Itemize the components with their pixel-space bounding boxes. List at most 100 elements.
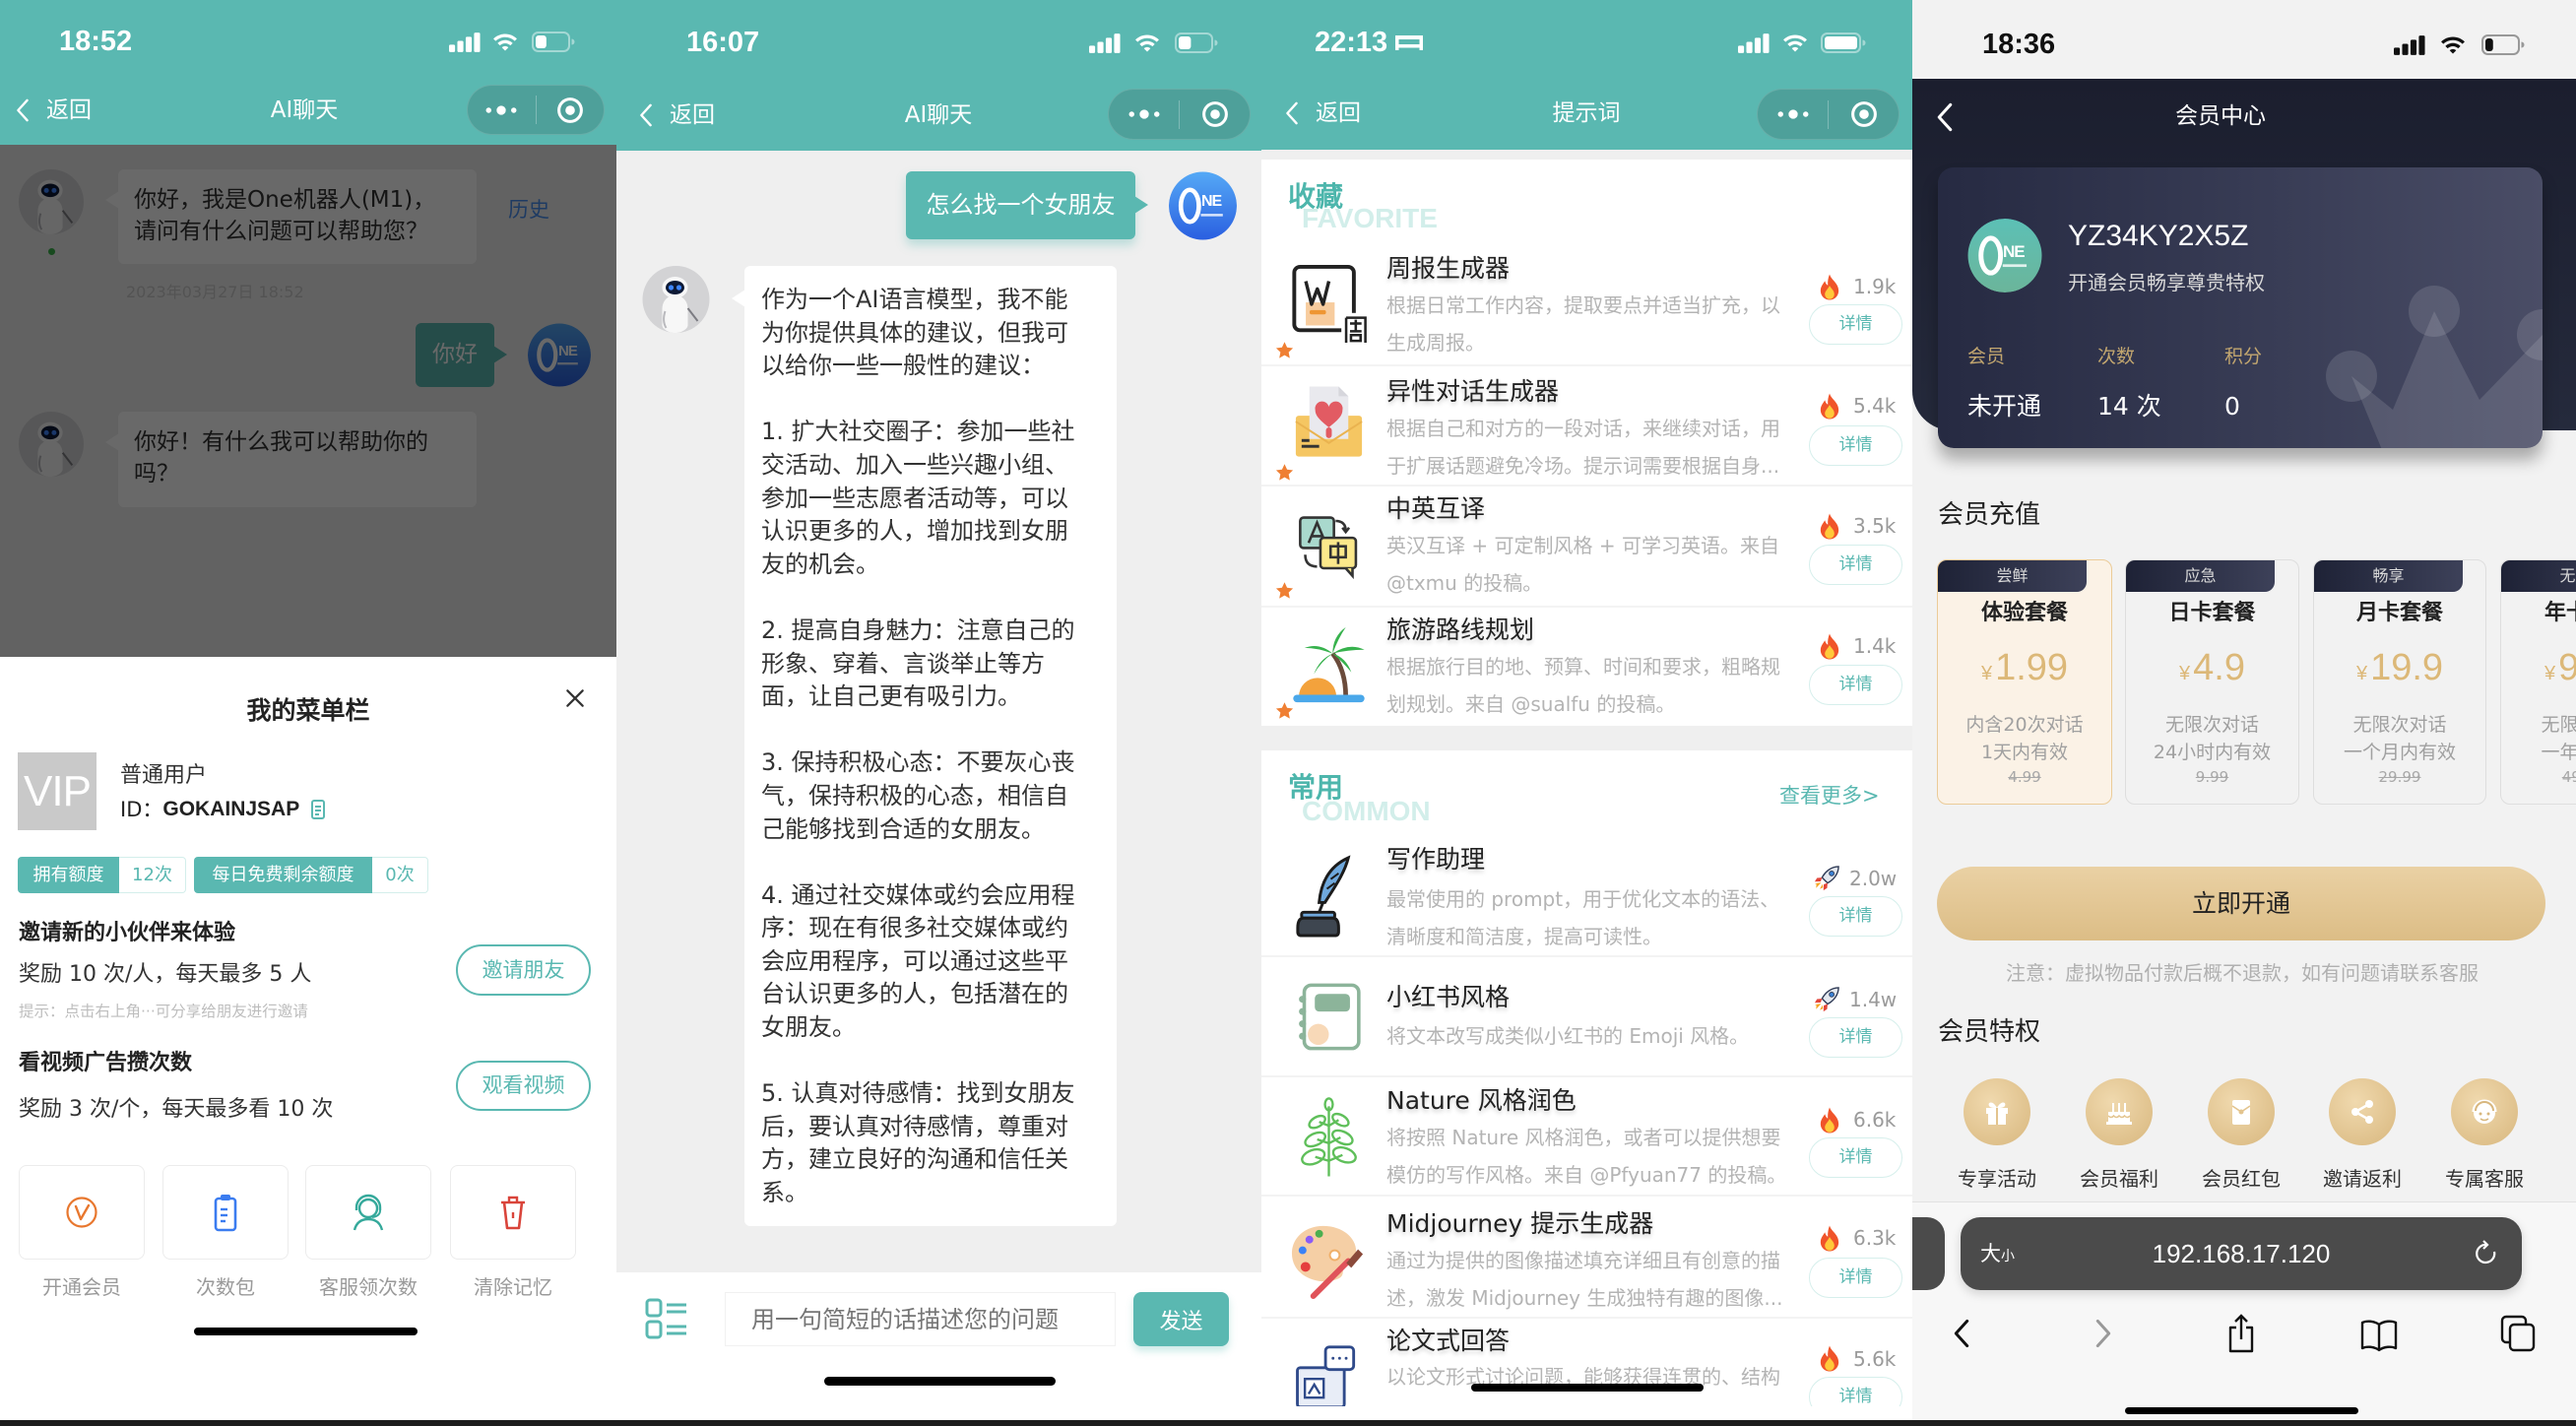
- sheet-title: 我的菜单栏: [246, 696, 370, 725]
- miniprogram-capsule: [467, 85, 605, 135]
- detail-button[interactable]: 详情: [1809, 896, 1902, 937]
- prompt-item[interactable]: 写作助理 最常使用的 prompt，用于优化文本的语法、清晰度和简洁度，提高可读…: [1261, 840, 1912, 954]
- message-text: 怎么找一个女朋友: [926, 191, 1116, 219]
- action-service-credits[interactable]: [305, 1165, 431, 1260]
- message-line: 女朋友。: [761, 1013, 856, 1042]
- prompt-item[interactable]: 旅游路线规划 根据旅行目的地、预算、时间和要求，粗略规划规划。来自 @sualf…: [1261, 611, 1912, 725]
- prompt-title: Nature 风格润色: [1386, 1086, 1577, 1115]
- watch-video-button[interactable]: 观看视频: [456, 1061, 591, 1111]
- plan-name: 月卡套餐: [2355, 601, 2443, 625]
- home-indicator[interactable]: [194, 1328, 418, 1335]
- browser-back-icon[interactable]: [1954, 1319, 1969, 1348]
- usage-count: 5.6k: [1853, 1347, 1897, 1371]
- sleep-focus-icon: [1395, 35, 1423, 50]
- detail-button[interactable]: 详情: [1809, 1017, 1902, 1058]
- prompt-description: 根据日常工作内容，提取要点并适当扩充，以生成周报。: [1386, 293, 1780, 355]
- exit-miniprogram-button[interactable]: [537, 86, 605, 134]
- url-text[interactable]: 192.168.17.120: [1961, 1239, 2522, 1268]
- privileges-title: 会员特权: [1938, 1017, 2041, 1047]
- prompt-item[interactable]: 论文式回答 以论文形式讨论问题，能够获得连贯的、结构 5.6k 详情: [1261, 1322, 1912, 1420]
- exit-miniprogram-button[interactable]: [1829, 90, 1899, 139]
- detail-button[interactable]: 详情: [1809, 304, 1902, 345]
- action-clear-memory[interactable]: [450, 1165, 576, 1260]
- header-bar: 22:13 返回 提示词: [1261, 0, 1912, 150]
- prompt-item[interactable]: 周报生成器 根据日常工作内容，提取要点并适当扩充，以生成周报。 1.9k 详情: [1261, 249, 1912, 363]
- home-indicator[interactable]: [1471, 1384, 1704, 1392]
- action-open-vip[interactable]: [19, 1165, 145, 1260]
- message-input[interactable]: [725, 1292, 1116, 1346]
- plan-card[interactable]: 尝鲜 体验套餐 ¥1.99 内含20次对话 1天内有效 4.99: [1937, 559, 2112, 805]
- prompt-title: 论文式回答: [1386, 1327, 1511, 1355]
- bubble-tail: [1134, 196, 1148, 214]
- plan-card[interactable]: 无限 年卡套餐 ¥99.9 无限次对话 一年内有效 499.99: [2500, 559, 2576, 805]
- crown-watermark-icon: [2326, 286, 2543, 448]
- privilege-exclusive-events[interactable]: [1964, 1078, 2030, 1145]
- prompt-title: 中英互译: [1386, 494, 1486, 523]
- copy-icon[interactable]: [311, 800, 326, 819]
- usage-count: 2.0w: [1849, 867, 1898, 890]
- prompt-item[interactable]: Nature 风格润色 将按照 Nature 风格润色，或者可以提供想要模仿的写…: [1261, 1081, 1912, 1194]
- wifi-icon: [1781, 32, 1809, 52]
- privilege-member-benefits[interactable]: [2086, 1078, 2153, 1145]
- detail-button[interactable]: 详情: [1809, 665, 1902, 705]
- currency-symbol: ¥: [1980, 663, 1993, 684]
- message-line: 系。: [761, 1179, 808, 1207]
- exit-miniprogram-button[interactable]: [1180, 90, 1250, 139]
- action-credit-pack[interactable]: [162, 1165, 289, 1260]
- detail-button[interactable]: 详情: [1809, 425, 1902, 466]
- tabs-icon[interactable]: [2500, 1315, 2536, 1352]
- previous-tab-pill[interactable]: [1912, 1217, 1945, 1290]
- detail-button[interactable]: 详情: [1809, 1137, 1902, 1178]
- plan-name: 年卡套餐: [2544, 601, 2576, 625]
- privilege-dedicated-service[interactable]: [2451, 1078, 2518, 1145]
- home-indicator[interactable]: [824, 1377, 1056, 1386]
- activate-now-button[interactable]: 立即开通: [1937, 867, 2545, 940]
- close-button[interactable]: [564, 687, 586, 709]
- privilege-invite-rebate[interactable]: [2329, 1078, 2396, 1145]
- share-sheet-icon[interactable]: [2226, 1314, 2256, 1353]
- detail-button[interactable]: 详情: [1809, 1258, 1902, 1298]
- member-avatar: NE: [1967, 219, 2042, 292]
- prompt-item[interactable]: 异性对话生成器 根据自己和对方的一段对话，来继续对话，用于扩展话题避免冷场。提示…: [1261, 372, 1912, 486]
- home-indicator[interactable]: [2125, 1407, 2358, 1414]
- more-dots-icon: [484, 104, 518, 116]
- prompt-description: 根据自己和对方的一段对话，来继续对话，用于扩展话题避免冷场。提示词需要根据自身.…: [1386, 417, 1780, 478]
- privilege-label: 会员福利: [2080, 1167, 2158, 1191]
- plant-leaf-icon: [1301, 1097, 1357, 1177]
- modal-overlay[interactable]: [0, 145, 616, 657]
- prompt-description: 将文本改写成类似小红书的 Emoji 风格。: [1386, 1024, 1750, 1048]
- invite-friends-button[interactable]: 邀请朋友: [456, 944, 591, 996]
- detail-button[interactable]: 详情: [1809, 545, 1902, 585]
- more-button[interactable]: [468, 86, 536, 134]
- target-circle-icon: [1201, 100, 1229, 128]
- plan-card[interactable]: 应急 日卡套餐 ¥4.9 无限次对话 24小时内有效 9.99: [2125, 559, 2299, 805]
- message-line: 为你提供具体的建议，但我可: [761, 318, 1068, 347]
- more-button[interactable]: [1109, 90, 1179, 139]
- message-line: [761, 1045, 1117, 1078]
- prompt-list-icon[interactable]: [645, 1297, 688, 1340]
- screen-bottom-edge: [1261, 1406, 1912, 1420]
- privilege-red-envelope[interactable]: [2208, 1078, 2275, 1145]
- privilege-label: 邀请返利: [2323, 1167, 2402, 1191]
- price-value: 19.9: [2370, 647, 2444, 688]
- fire-icon: [1818, 633, 1841, 660]
- avatar-logo-text: NE: [1201, 193, 1222, 210]
- more-button[interactable]: [1758, 90, 1828, 139]
- browser-forward-icon[interactable]: [2095, 1319, 2111, 1348]
- vip-badge-icon: [66, 1197, 97, 1228]
- invite-title: 邀请新的小伙伴来体验: [19, 921, 236, 945]
- stat-value: 未开通: [1967, 392, 2042, 421]
- prompt-item[interactable]: Midjourney 提示生成器 通过为提供的图像描述填充详细且有创意的描述，激…: [1261, 1204, 1912, 1317]
- view-more-link[interactable]: 查看更多>: [1779, 783, 1880, 809]
- divider: [1261, 364, 1912, 366]
- prompt-item[interactable]: 小红书风格 将文本改写成类似小红书的 Emoji 风格。 1.4w 详情: [1261, 978, 1912, 1074]
- send-button[interactable]: 发送: [1133, 1292, 1229, 1346]
- section-title: 常用: [1288, 771, 1344, 804]
- action-label: 客服领次数: [319, 1275, 418, 1299]
- prompt-item[interactable]: 中英互译 英汉互译 + 可定制风格 + 可学习英语。来自 @txmu 的投稿。 …: [1261, 489, 1912, 604]
- address-bar[interactable]: 大小 192.168.17.120: [1961, 1217, 2522, 1290]
- plan-card[interactable]: 畅享 月卡套餐 ¥19.9 无限次对话 一个月内有效 29.99: [2313, 559, 2486, 805]
- bookmarks-icon[interactable]: [2360, 1319, 2398, 1352]
- reload-icon[interactable]: [2473, 1239, 2500, 1268]
- notebook-icon: [1299, 983, 1361, 1051]
